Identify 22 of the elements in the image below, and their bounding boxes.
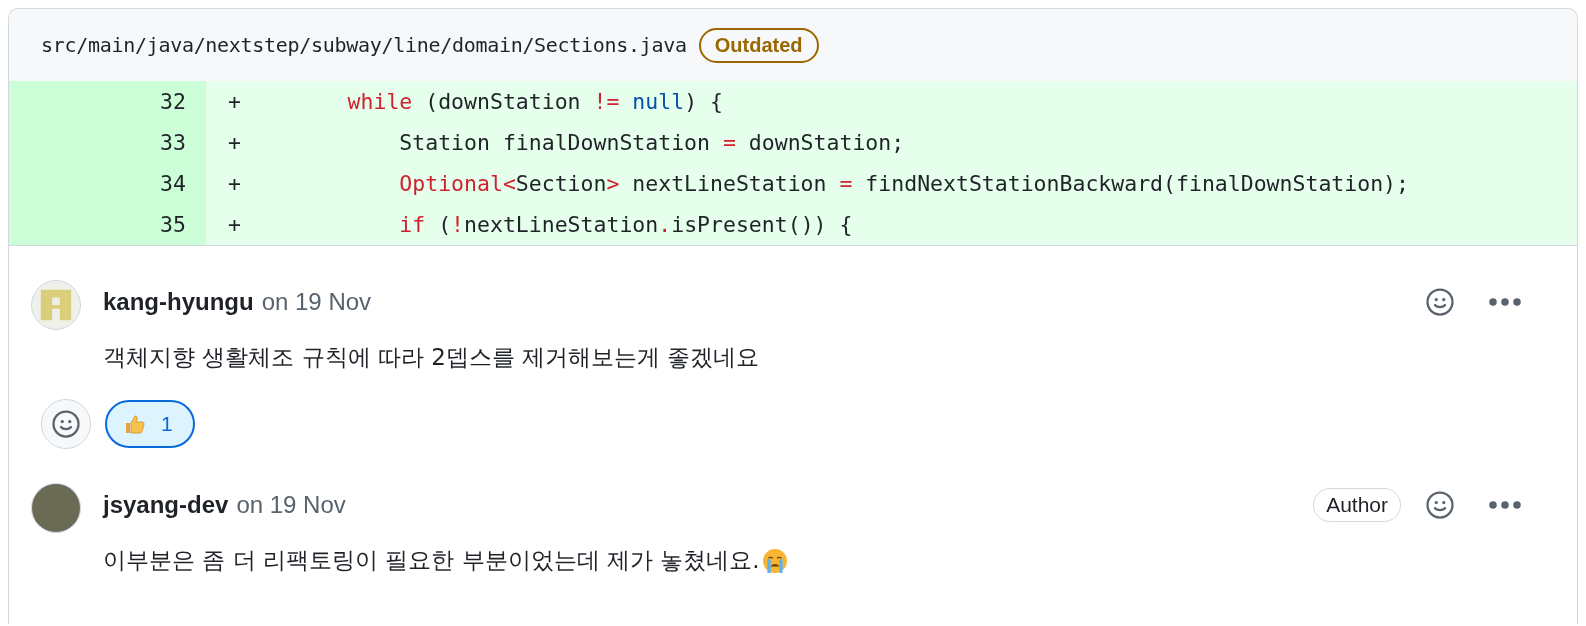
outdated-label: Outdated <box>698 27 819 63</box>
crying-face-icon <box>761 547 788 574</box>
author-name[interactable]: kang-hyungu <box>103 288 254 316</box>
avatar-photo-placeholder[interactable] <box>31 483 81 533</box>
line-number: 35 <box>9 204 206 245</box>
comment-text: 객체지향 생활체조 규칙에 따라 2뎁스를 제거해보는게 좋겠네요 <box>103 343 760 372</box>
comment-date[interactable]: on 19 Nov <box>261 288 372 316</box>
smiley-icon <box>51 409 81 439</box>
smiley-icon[interactable] <box>1425 287 1455 317</box>
reaction-button[interactable]: 1 <box>105 400 195 448</box>
line-number: 33 <box>9 122 206 163</box>
author-name[interactable]: jsyang-dev <box>103 491 229 519</box>
comment-text: 이부분은 좀 더 리팩토링이 필요한 부분이었는데 제가 놓쳤네요. <box>103 546 760 575</box>
more-options-icon[interactable] <box>1487 296 1523 308</box>
smiley-icon[interactable] <box>1425 490 1455 520</box>
more-options-icon[interactable] <box>1487 499 1523 511</box>
thumbs-up-icon <box>123 412 147 436</box>
add-reaction-button[interactable] <box>41 399 91 449</box>
file-path[interactable]: src/main/java/nextstep/subway/line/domain/Sections.java <box>41 33 687 57</box>
line-number: 32 <box>9 81 206 122</box>
line-number: 34 <box>9 163 206 204</box>
comment-date[interactable]: on 19 Nov <box>236 491 346 519</box>
